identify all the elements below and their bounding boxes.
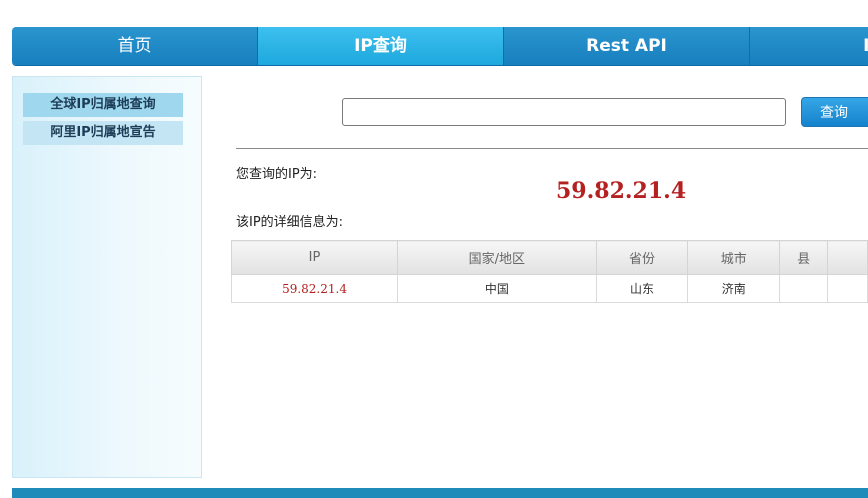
cell-ip: 59.82.21.4 <box>230 274 399 303</box>
sidebar-item-global-ip-query[interactable]: 全球IP归属地查询 <box>23 93 183 117</box>
cell-province: 山东 <box>595 274 689 303</box>
col-county: 县 <box>779 240 829 275</box>
cell-country: 中国 <box>397 274 597 303</box>
sidebar-item-ali-ip-announcement[interactable]: 阿里IP归属地宣告 <box>23 121 183 145</box>
detail-label: 该IP的详细信息为: <box>236 215 344 230</box>
query-ip-label: 您查询的IP为: <box>236 167 318 182</box>
col-city: 城市 <box>687 240 781 275</box>
cell-county <box>779 274 829 303</box>
top-nav: 首页 IP查询 Rest API IP <box>12 27 868 65</box>
footer-bar <box>12 488 868 498</box>
cell-extra <box>827 274 868 303</box>
sidebar: 全球IP归属地查询 阿里IP归属地宣告 <box>12 76 202 478</box>
col-ip: IP <box>230 240 399 275</box>
nav-ip-more[interactable]: IP <box>750 27 868 65</box>
cell-city: 济南 <box>687 274 781 303</box>
table-row: 59.82.21.4 中国 山东 济南 <box>230 274 868 303</box>
col-extra <box>827 240 868 275</box>
divider <box>236 148 868 149</box>
table-header-row: IP 国家/地区 省份 城市 县 <box>230 240 868 275</box>
nav-home[interactable]: 首页 <box>12 27 258 65</box>
col-country: 国家/地区 <box>397 240 597 275</box>
query-button[interactable]: 查询 <box>801 97 868 127</box>
nav-rest-api[interactable]: Rest API <box>504 27 750 65</box>
col-province: 省份 <box>595 240 689 275</box>
queried-ip: 59.82.21.4 <box>556 178 687 204</box>
ip-detail-table: IP 国家/地区 省份 城市 县 59.82.21.4 中国 山东 济南 <box>230 240 868 303</box>
nav-ip-query[interactable]: IP查询 <box>258 27 504 65</box>
ip-search-input[interactable] <box>342 98 786 126</box>
